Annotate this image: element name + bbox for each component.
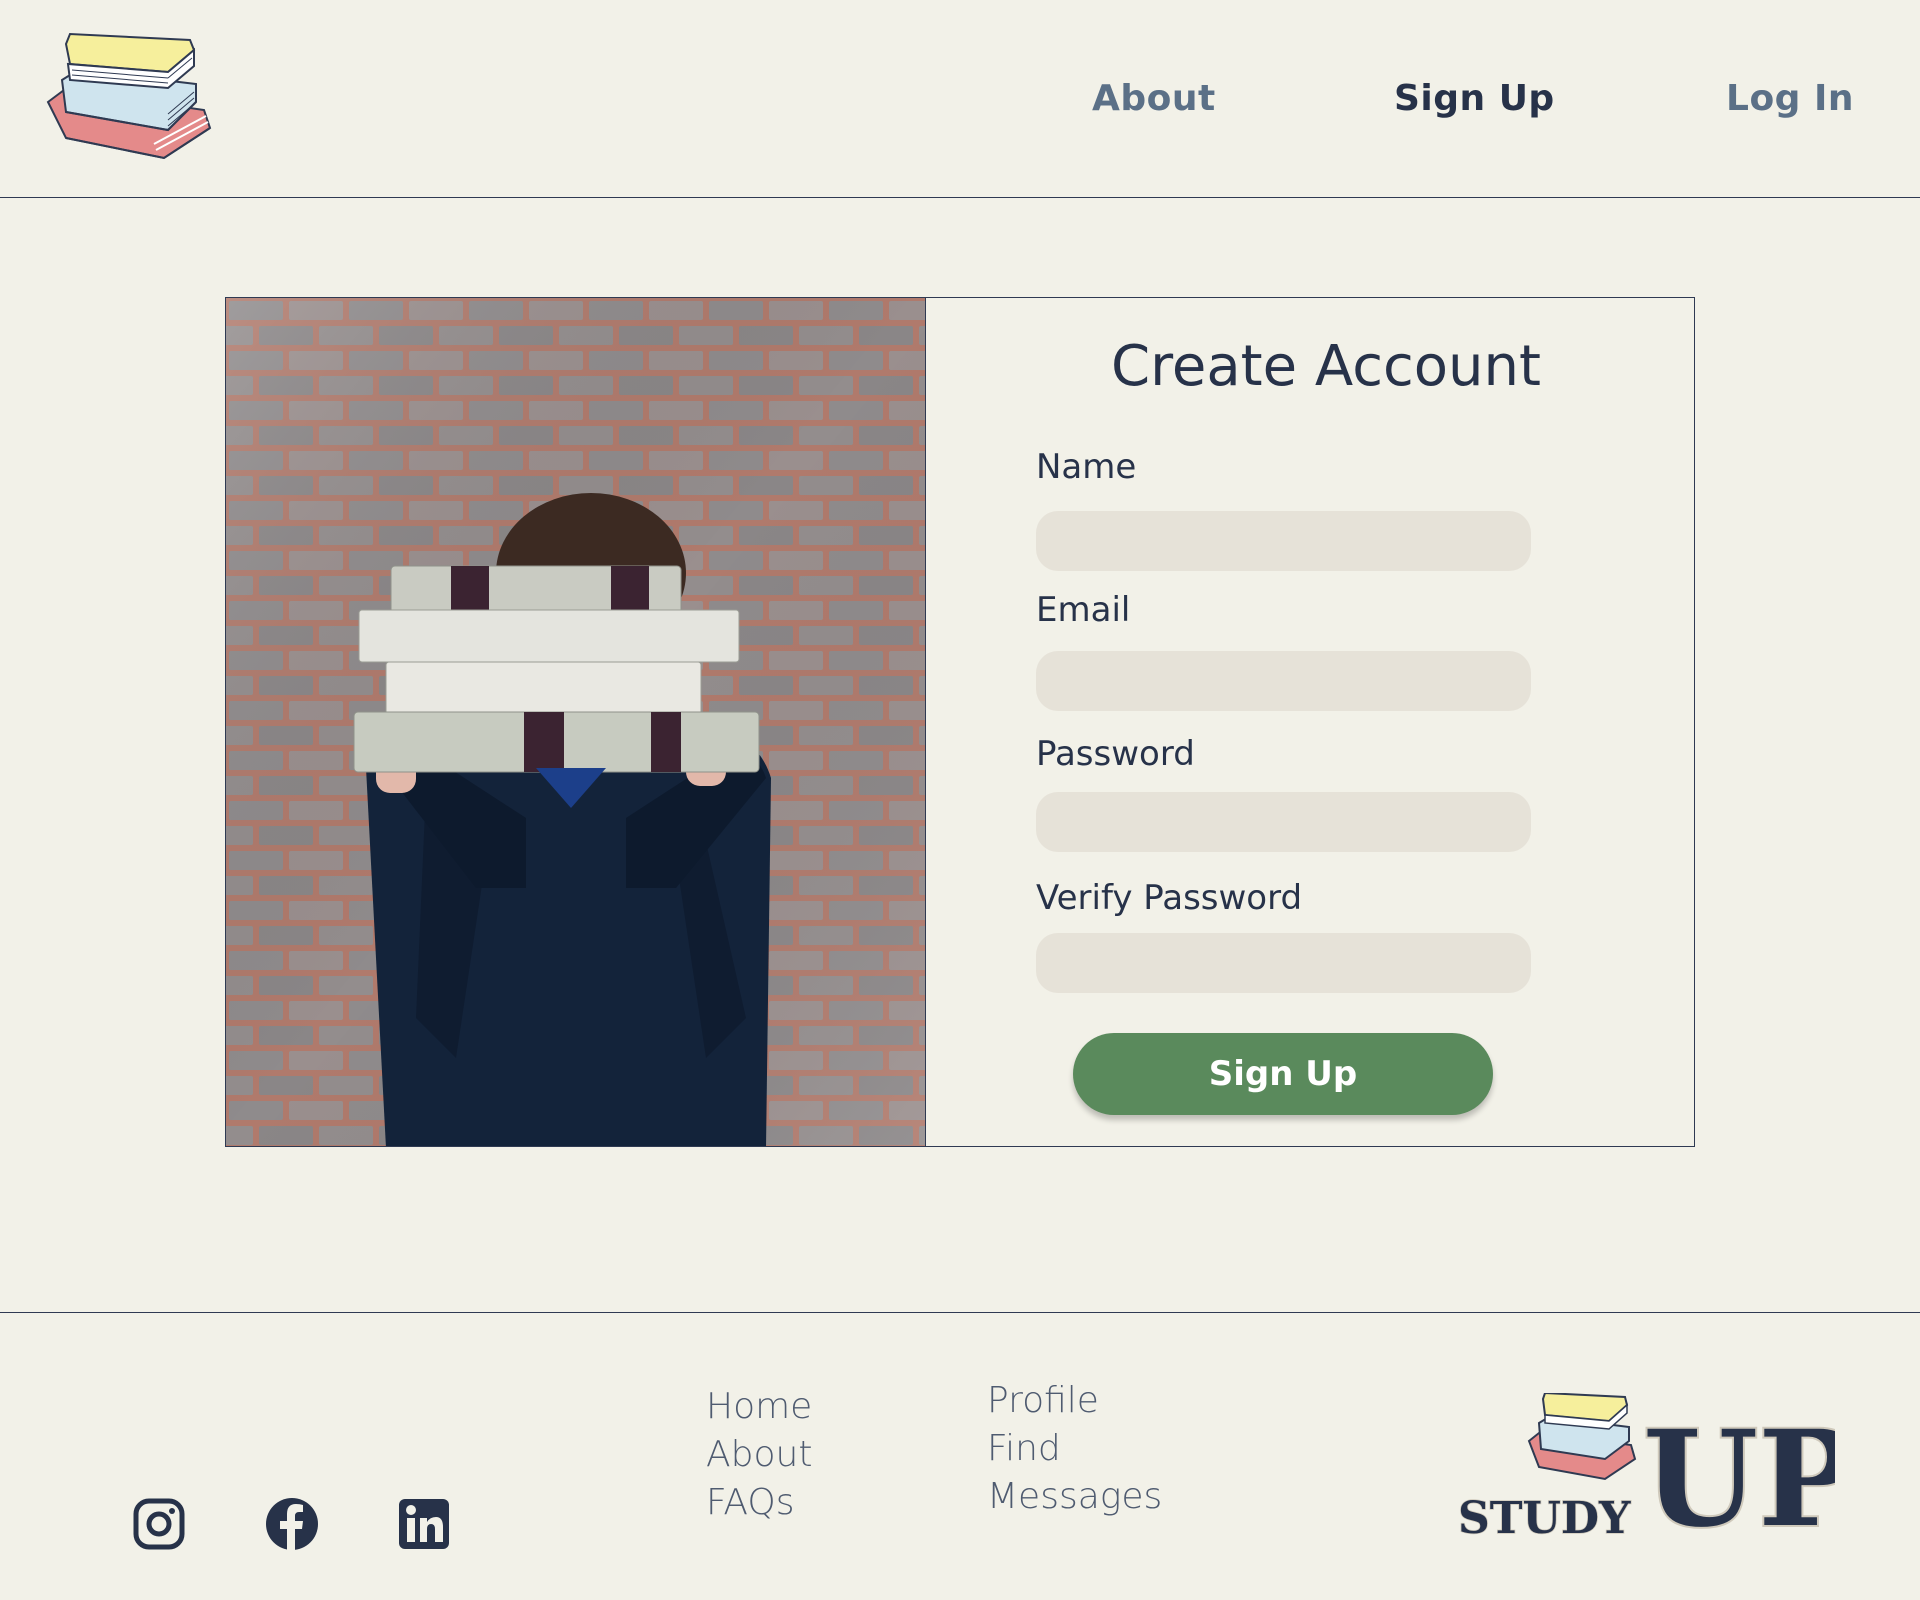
photo-illustration (226, 298, 925, 1146)
form-title: Create Account (1111, 334, 1541, 399)
name-label: Name (1036, 447, 1137, 487)
study-up-brand-logo[interactable]: STUDY UP (1455, 1393, 1835, 1543)
brand-up-text: UP (1643, 1402, 1835, 1543)
linkedin-icon[interactable] (396, 1496, 452, 1552)
instagram-icon[interactable] (131, 1496, 187, 1552)
site-header: About Sign Up Log In (0, 0, 1920, 198)
verify-password-input[interactable] (1036, 933, 1531, 993)
footer-find-link[interactable]: Find (987, 1428, 1061, 1469)
email-input[interactable] (1036, 651, 1531, 711)
footer-home-link[interactable]: Home (706, 1386, 812, 1427)
password-label: Password (1036, 734, 1195, 774)
signup-form: Create Account Name Email Password Verif… (926, 298, 1694, 1146)
books-logo-icon[interactable] (44, 32, 216, 168)
signup-submit-button[interactable]: Sign Up (1073, 1033, 1493, 1115)
footer-about-link[interactable]: About (706, 1434, 812, 1475)
email-label: Email (1036, 590, 1131, 630)
password-input[interactable] (1036, 792, 1531, 852)
name-input[interactable] (1036, 511, 1531, 571)
footer-links-primary: Home About FAQs (706, 1383, 812, 1527)
nav-about-link[interactable]: About (1092, 78, 1216, 119)
student-with-books-photo (226, 298, 926, 1146)
nav-login-link[interactable]: Log In (1726, 78, 1854, 119)
verify-password-label: Verify Password (1036, 878, 1303, 918)
facebook-icon[interactable] (264, 1496, 320, 1552)
brand-study-text: STUDY (1458, 1493, 1631, 1543)
site-footer: Home About FAQs Profile Find Messages ST… (0, 1312, 1920, 1600)
nav-signup-link[interactable]: Sign Up (1394, 78, 1555, 119)
footer-messages-link[interactable]: Messages (987, 1476, 1162, 1517)
footer-faqs-link[interactable]: FAQs (706, 1482, 795, 1523)
footer-links-secondary: Profile Find Messages (987, 1377, 1162, 1521)
signup-card: Create Account Name Email Password Verif… (225, 297, 1695, 1147)
footer-profile-link[interactable]: Profile (987, 1380, 1099, 1421)
